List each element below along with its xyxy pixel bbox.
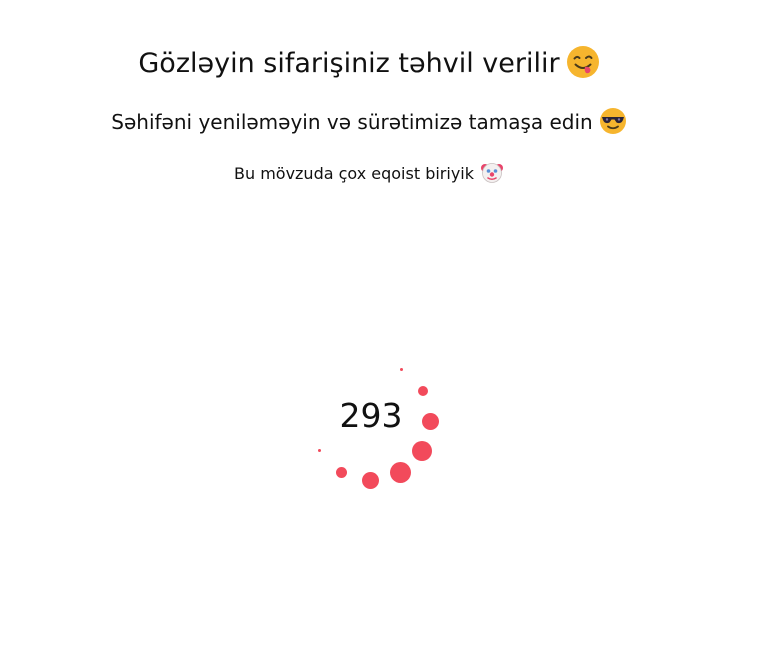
page-subtitle-text: Səhifəni yeniləməyin və sürətimizə tamaş… xyxy=(111,110,593,134)
smiling-face-with-sunglasses-icon xyxy=(599,107,627,135)
page-note: Bu mövzuda çox eqoist biriyik xyxy=(0,161,738,187)
loading-counter: 293 xyxy=(339,396,403,435)
clown-face-icon xyxy=(480,160,504,184)
spinner-dot xyxy=(317,448,321,452)
loading-spinner xyxy=(0,0,758,653)
spinner-dot xyxy=(361,471,379,489)
page-subtitle: Səhifəni yeniləməyin və sürətimizə tamaş… xyxy=(0,107,738,138)
spinner-dot xyxy=(389,461,411,483)
spinner-dot xyxy=(412,441,432,461)
spinner-dot xyxy=(421,412,439,430)
page-note-text: Bu mövzuda çox eqoist biriyik xyxy=(233,164,474,183)
page-title: Gözləyin sifarişiniz təhvil verilir xyxy=(0,44,738,84)
face-savoring-food-icon xyxy=(566,45,600,79)
spinner-dot xyxy=(399,367,403,371)
spinner-dot xyxy=(335,466,347,478)
page-title-text: Gözləyin sifarişiniz təhvil verilir xyxy=(138,48,560,79)
